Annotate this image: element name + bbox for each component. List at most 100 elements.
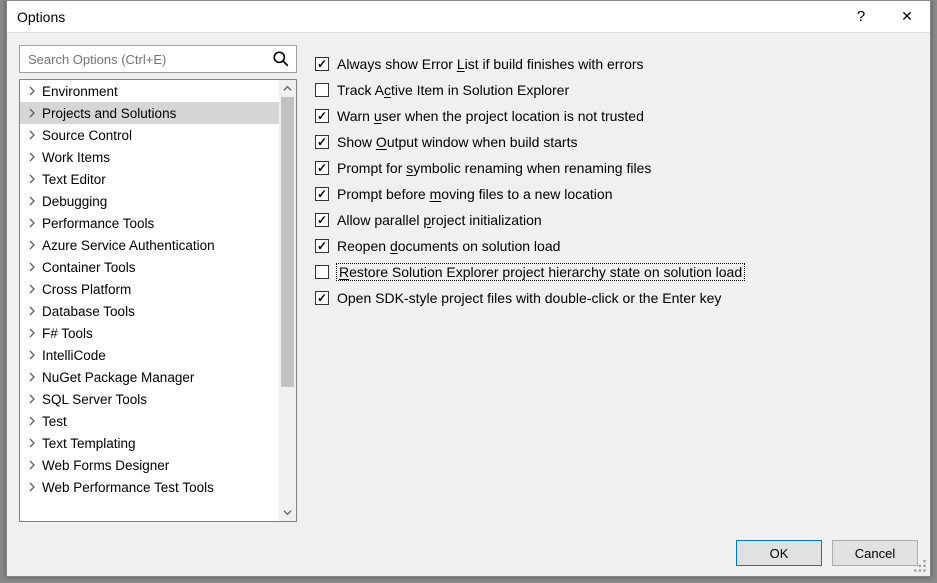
category-tree: Environment Projects and Solutions Source … — [19, 79, 297, 522]
search-input[interactable] — [20, 46, 296, 72]
expander-icon[interactable] — [26, 129, 38, 141]
tree-item[interactable]: Database Tools — [20, 300, 279, 322]
expander-icon[interactable] — [26, 151, 38, 163]
tree-item[interactable]: Azure Service Authentication — [20, 234, 279, 256]
expander-icon[interactable] — [26, 415, 38, 427]
tree-item-label: Environment — [42, 84, 118, 99]
tree-item-label: Performance Tools — [42, 216, 154, 231]
checkbox-label[interactable]: Open SDK-style project files with double… — [337, 290, 721, 306]
tree-item-label: Debugging — [42, 194, 107, 209]
checkbox-label[interactable]: Warn user when the project location is n… — [337, 108, 644, 124]
tree-item-label: Cross Platform — [42, 282, 131, 297]
checkbox-label[interactable]: Always show Error List if build finishes… — [337, 56, 644, 72]
checkbox[interactable] — [315, 57, 329, 71]
tree-item[interactable]: NuGet Package Manager — [20, 366, 279, 388]
dialog-buttons: OK Cancel — [19, 522, 918, 566]
titlebar: Options ? ✕ — [7, 1, 930, 33]
tree-scrollbar[interactable] — [279, 80, 296, 521]
expander-icon[interactable] — [26, 217, 38, 229]
ok-button[interactable]: OK — [736, 540, 822, 566]
scroll-up-button[interactable] — [279, 80, 296, 97]
checkbox[interactable] — [315, 187, 329, 201]
tree-item-label: Azure Service Authentication — [42, 238, 215, 253]
tree-item[interactable]: Source Control — [20, 124, 279, 146]
tree-item-label: Work Items — [42, 150, 110, 165]
tree-item-label: IntelliCode — [42, 348, 106, 363]
expander-icon[interactable] — [26, 393, 38, 405]
expander-icon[interactable] — [26, 195, 38, 207]
checkbox[interactable] — [315, 109, 329, 123]
tree-item[interactable]: Work Items — [20, 146, 279, 168]
tree-item-label: Text Templating — [42, 436, 136, 451]
options-dialog: Options ? ✕ Environment Projects and Solu… — [6, 0, 931, 577]
tree-item[interactable]: Environment — [20, 80, 279, 102]
tree-item[interactable]: Web Forms Designer — [20, 454, 279, 476]
expander-icon[interactable] — [26, 261, 38, 273]
expander-icon[interactable] — [26, 371, 38, 383]
checkbox[interactable] — [315, 135, 329, 149]
checkbox-label[interactable]: Track Active Item in Solution Explorer — [337, 82, 569, 98]
expander-icon[interactable] — [26, 459, 38, 471]
checkbox[interactable] — [315, 265, 329, 279]
tree-item[interactable]: Projects and Solutions — [20, 102, 279, 124]
tree-item[interactable]: Cross Platform — [20, 278, 279, 300]
checkbox-label[interactable]: Restore Solution Explorer project hierar… — [337, 264, 744, 280]
expander-icon[interactable] — [26, 437, 38, 449]
tree-item-label: Source Control — [42, 128, 132, 143]
resize-grip-icon[interactable] — [914, 560, 928, 574]
tree-item-label: Web Forms Designer — [42, 458, 169, 473]
checkbox-row: Show Output window when build starts — [315, 129, 918, 155]
search-icon[interactable] — [272, 50, 290, 68]
checkbox-label[interactable]: Allow parallel project initialization — [337, 212, 542, 228]
settings-panel: Always show Error List if build finishes… — [315, 45, 918, 522]
expander-icon[interactable] — [26, 349, 38, 361]
help-button[interactable]: ? — [838, 1, 884, 33]
expander-icon[interactable] — [26, 107, 38, 119]
expander-icon[interactable] — [26, 239, 38, 251]
checkbox-row: Restore Solution Explorer project hierar… — [315, 259, 918, 285]
checkbox-row: Reopen documents on solution load — [315, 233, 918, 259]
checkbox[interactable] — [315, 291, 329, 305]
tree-item[interactable]: SQL Server Tools — [20, 388, 279, 410]
expander-icon[interactable] — [26, 327, 38, 339]
expander-icon[interactable] — [26, 305, 38, 317]
checkbox-row: Always show Error List if build finishes… — [315, 51, 918, 77]
checkbox[interactable] — [315, 161, 329, 175]
checkbox[interactable] — [315, 213, 329, 227]
expander-icon[interactable] — [26, 85, 38, 97]
checkbox-row: Open SDK-style project files with double… — [315, 285, 918, 311]
tree-item[interactable]: Web Performance Test Tools — [20, 476, 279, 498]
checkbox-label[interactable]: Reopen documents on solution load — [337, 238, 560, 254]
tree-item[interactable]: Debugging — [20, 190, 279, 212]
tree-item[interactable]: IntelliCode — [20, 344, 279, 366]
checkbox-row: Track Active Item in Solution Explorer — [315, 77, 918, 103]
tree-item-label: Container Tools — [42, 260, 136, 275]
tree-item[interactable]: Test — [20, 410, 279, 432]
close-button[interactable]: ✕ — [884, 1, 930, 33]
tree-item-label: Projects and Solutions — [42, 106, 176, 121]
expander-icon[interactable] — [26, 173, 38, 185]
close-icon: ✕ — [901, 8, 913, 25]
checkbox-row: Warn user when the project location is n… — [315, 103, 918, 129]
cancel-button[interactable]: Cancel — [832, 540, 918, 566]
checkbox-label[interactable]: Prompt before moving files to a new loca… — [337, 186, 613, 202]
tree-item-label: SQL Server Tools — [42, 392, 147, 407]
expander-icon[interactable] — [26, 481, 38, 493]
checkbox-label[interactable]: Prompt for symbolic renaming when renami… — [337, 160, 651, 176]
checkbox-row: Allow parallel project initialization — [315, 207, 918, 233]
tree-item[interactable]: Performance Tools — [20, 212, 279, 234]
tree-item[interactable]: Text Templating — [20, 432, 279, 454]
tree-item[interactable]: F# Tools — [20, 322, 279, 344]
tree-item-label: F# Tools — [42, 326, 93, 341]
scroll-down-button[interactable] — [279, 504, 296, 521]
checkbox[interactable] — [315, 83, 329, 97]
tree-item-label: Database Tools — [42, 304, 135, 319]
tree-item[interactable]: Text Editor — [20, 168, 279, 190]
dialog-body: Environment Projects and Solutions Source … — [7, 33, 930, 576]
expander-icon[interactable] — [26, 283, 38, 295]
checkbox[interactable] — [315, 239, 329, 253]
scroll-thumb[interactable] — [281, 97, 294, 387]
checkbox-label[interactable]: Show Output window when build starts — [337, 134, 577, 150]
tree-item[interactable]: Container Tools — [20, 256, 279, 278]
tree-item-label: Web Performance Test Tools — [42, 480, 214, 495]
